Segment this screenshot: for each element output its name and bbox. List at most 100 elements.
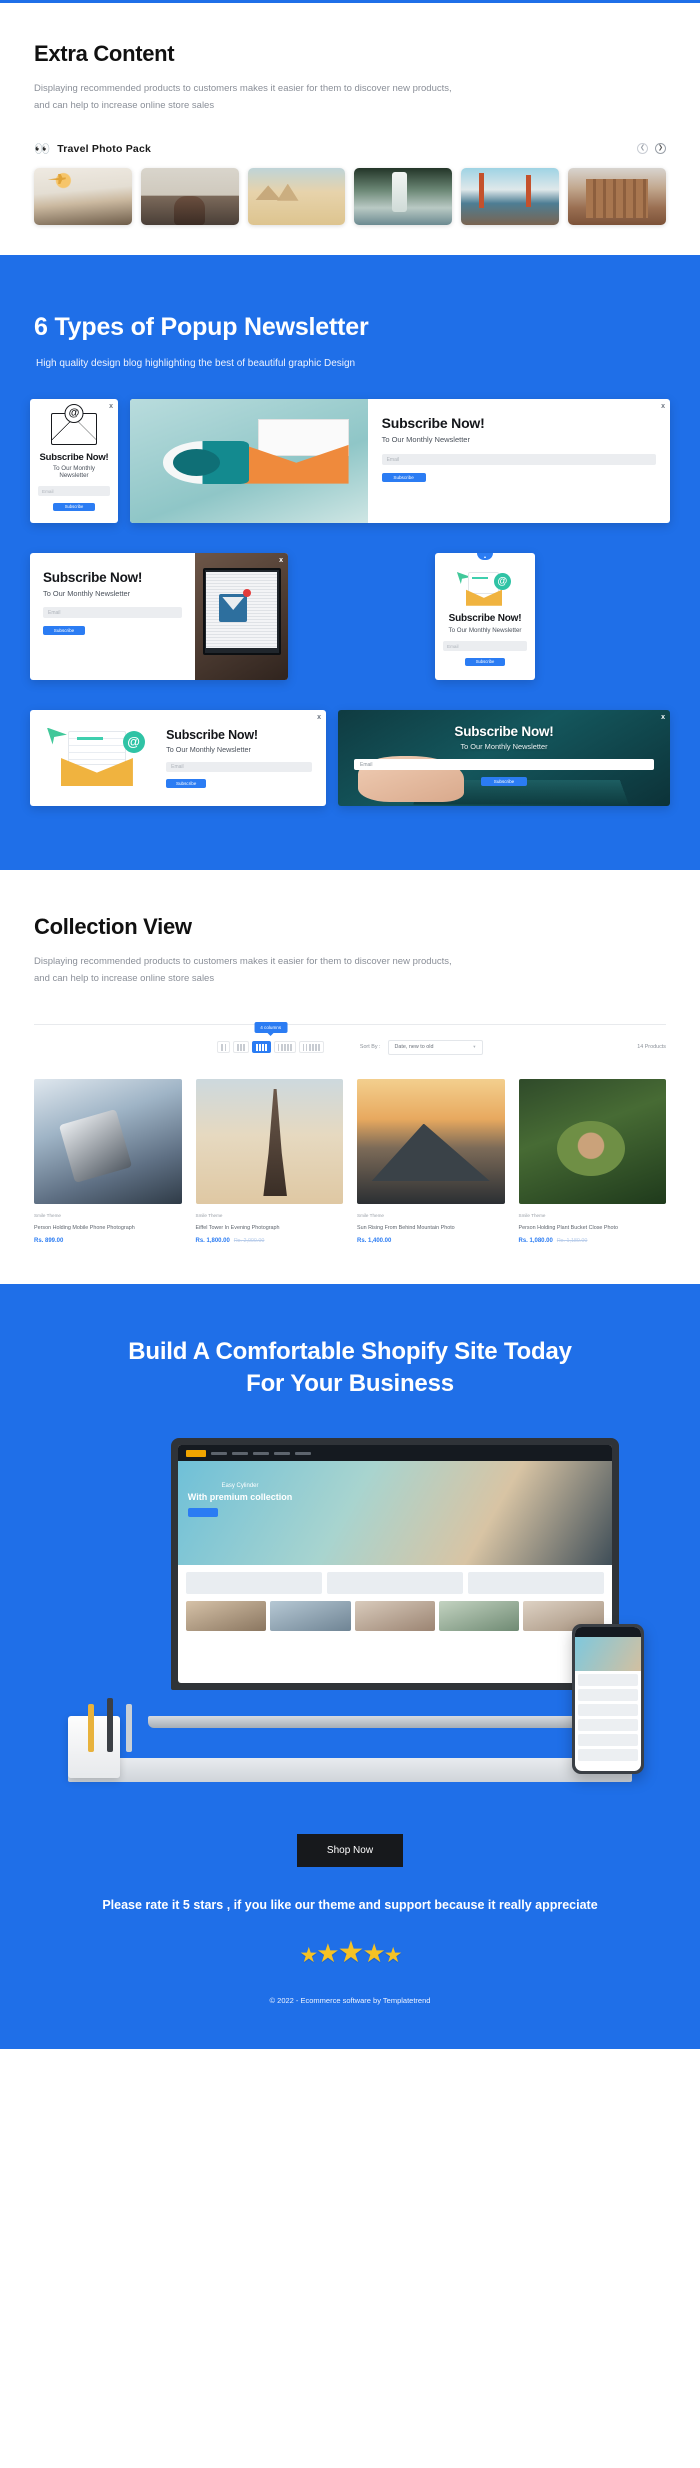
close-icon[interactable]: x — [109, 403, 113, 410]
star-icon: ★ — [299, 1944, 318, 1968]
travel-photo-item[interactable] — [140, 168, 239, 226]
product-image[interactable] — [357, 1078, 505, 1204]
mock-product-strip — [178, 1601, 612, 1639]
laptop-base — [148, 1716, 642, 1729]
mock-hero-small: Easy Cylinder — [221, 1483, 259, 1490]
popup-card-5[interactable]: x @ Subscribe Now! To Our Monthly Newsle… — [30, 710, 326, 807]
chevron-up-icon[interactable]: ▴ — [477, 553, 493, 561]
star-rating: ★ ★ ★ ★ ★ — [30, 1935, 670, 1970]
travel-photo-item[interactable] — [461, 168, 560, 226]
subscribe-button[interactable]: Subscribe — [465, 658, 505, 667]
close-icon[interactable]: x — [661, 403, 665, 410]
chevron-right-icon[interactable]: ❯ — [655, 143, 666, 155]
travel-pack-header: 👀 Travel Photo Pack ❮ ❯ — [34, 142, 666, 155]
columns-option-6[interactable] — [298, 1041, 324, 1053]
copyright-text: © 2022 - Ecommerce software by Templatet… — [269, 1996, 431, 2006]
mock-hero-button — [187, 1508, 218, 1518]
laptop-inbox-photo: x — [195, 553, 288, 681]
laptop-mockup: Easy Cylinder With premium collection — [148, 1438, 642, 1729]
megaphone-mail-illustration — [130, 399, 368, 524]
columns-option-4[interactable] — [251, 1041, 271, 1053]
product-image[interactable] — [34, 1078, 182, 1204]
product-title[interactable]: Person Holding Mobile Phone Photograph — [34, 1225, 182, 1231]
email-field[interactable]: Email — [166, 762, 312, 773]
travel-photo-item[interactable] — [568, 168, 666, 226]
product-grid: Smile Theme Person Holding Mobile Phone … — [34, 1078, 667, 1244]
email-field[interactable]: Email — [38, 486, 110, 497]
eyes-emoji-icon: 👀 — [34, 141, 51, 157]
travel-photo-item[interactable] — [34, 168, 132, 226]
popup-card-3[interactable]: Subscribe Now! To Our Monthly Newsletter… — [30, 553, 288, 681]
product-title[interactable]: Eiffel Tower In Evening Photograph — [196, 1225, 344, 1231]
sort-select-value: Date, new to old — [394, 1044, 434, 1050]
carousel-controls: ❮ ❯ — [637, 143, 666, 155]
product-card[interactable]: Smile Theme Eiffel Tower In Evening Phot… — [195, 1078, 344, 1244]
price-compare: Rs. 2,000.00 — [233, 1237, 265, 1244]
collection-view-section: Collection View Displaying recommended p… — [0, 870, 700, 1284]
popup-card-4[interactable]: ▴ @ Subscribe Now! To Our Monthly Newsle… — [435, 553, 535, 681]
travel-pack-carousel[interactable] — [34, 168, 666, 226]
subscribe-button[interactable]: Subscribe — [166, 779, 207, 789]
columns-option-3[interactable] — [233, 1041, 249, 1053]
travel-pack-title-group: 👀 Travel Photo Pack — [34, 142, 151, 155]
travel-photo-item[interactable] — [247, 168, 346, 226]
email-field[interactable]: Email — [381, 454, 656, 466]
popup-heading: Subscribe Now! — [166, 728, 258, 743]
popup-card-2[interactable]: x Subscribe Now! To Our Monthly Newslett… — [130, 399, 670, 524]
email-field[interactable]: Email — [443, 641, 527, 652]
popup-heading: Subscribe Now! — [43, 570, 143, 586]
pen-icon — [106, 1698, 113, 1753]
subscribe-button[interactable]: Subscribe — [381, 473, 426, 483]
shop-now-button[interactable]: Shop Now — [296, 1834, 404, 1868]
cta-heading: Build A Comfortable Shopify Site Today F… — [30, 1336, 670, 1401]
extra-content-section: Extra Content Displaying recommended pro… — [0, 3, 700, 256]
column-selector[interactable]: 4 columns — [217, 1022, 324, 1053]
product-image[interactable] — [195, 1078, 343, 1204]
product-image[interactable] — [518, 1078, 666, 1204]
star-icon: ★ — [337, 1936, 365, 1970]
price-current: Rs. 899.00 — [34, 1237, 64, 1244]
open-envelope-illustration: @ — [30, 716, 166, 800]
subscribe-button[interactable]: Subscribe — [481, 777, 527, 787]
product-title[interactable]: Sun Rising From Behind Mountain Photo — [357, 1225, 505, 1231]
sort-label: Sort By : — [359, 1044, 381, 1050]
phone-mockup — [572, 1624, 645, 1775]
subscribe-button[interactable]: Subscribe — [43, 626, 85, 636]
desk-surface — [68, 1758, 632, 1783]
product-card[interactable]: Smile Theme Person Holding Plant Bucket … — [518, 1078, 667, 1244]
columns-option-5[interactable] — [273, 1041, 296, 1053]
star-icon: ★ — [316, 1938, 339, 1969]
laptop-screen: Easy Cylinder With premium collection — [177, 1445, 612, 1684]
product-price: Rs. 1,400.00 — [357, 1238, 505, 1244]
email-field[interactable]: Email — [354, 759, 654, 771]
chevron-down-icon: ▾ — [473, 1044, 476, 1049]
product-price: Rs. 899.00 — [34, 1238, 182, 1244]
popup-section-title: 6 Types of Popup Newsletter — [34, 313, 369, 342]
popup-card-6[interactable]: x Subscribe Now! To Our Monthly Newslett… — [338, 710, 670, 807]
product-card[interactable]: Smile Theme Person Holding Mobile Phone … — [34, 1078, 182, 1244]
columns-option-2[interactable] — [217, 1041, 231, 1053]
close-icon[interactable]: x — [661, 714, 665, 721]
travel-photo-item[interactable] — [354, 168, 453, 226]
star-icon: ★ — [383, 1944, 403, 1968]
product-card[interactable]: Smile Theme Sun Rising From Behind Mount… — [357, 1078, 505, 1244]
travel-pack-title: Travel Photo Pack — [57, 142, 152, 155]
columns-tooltip: 4 columns — [254, 1022, 288, 1033]
close-icon[interactable]: x — [279, 557, 283, 564]
device-mockup: Easy Cylinder With premium collection — [30, 1428, 670, 1808]
popup-heading: Subscribe Now! — [454, 724, 554, 740]
popup-card-1[interactable]: x @ Subscribe Now! To Our Monthly Newsle… — [30, 399, 118, 524]
subscribe-button[interactable]: Subscribe — [53, 503, 95, 512]
sort-select[interactable]: Date, new to old ▾ — [387, 1039, 483, 1055]
popup-subheading: To Our Monthly Newsletter — [381, 435, 470, 445]
price-current: Rs. 1,400.00 — [357, 1237, 392, 1244]
email-field[interactable]: Email — [43, 607, 183, 619]
product-title[interactable]: Person Holding Plant Bucket Close Photo — [519, 1225, 667, 1231]
sort-control[interactable]: Sort By : Date, new to old ▾ — [359, 1039, 483, 1055]
mock-hero-big: With premium collection — [187, 1492, 293, 1503]
mock-navbar — [177, 1445, 612, 1462]
close-icon[interactable]: x — [317, 714, 321, 721]
price-current: Rs. 1,800.00 — [195, 1237, 230, 1244]
chevron-left-icon[interactable]: ❮ — [637, 143, 648, 155]
page-root: Extra Content Displaying recommended pro… — [0, 0, 700, 2050]
